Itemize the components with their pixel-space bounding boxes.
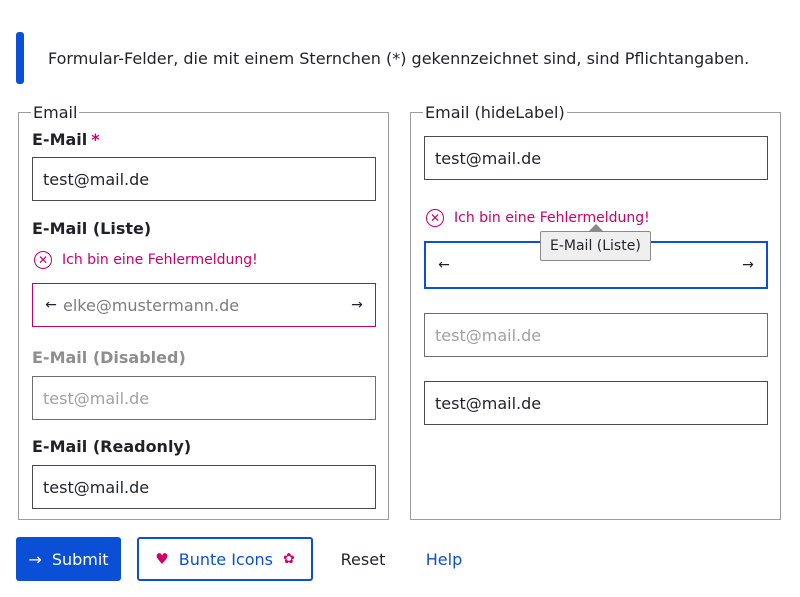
email-disabled-input: test@mail.de: [32, 376, 376, 420]
required-mark: *: [91, 130, 100, 149]
email-disabled-input-hidelabel: test@mail.de: [424, 313, 768, 357]
email-readonly-input[interactable]: test@mail.de: [32, 465, 376, 509]
email-list-input[interactable]: ← elke@mustermann.de →: [32, 283, 376, 327]
email-readonly-input-hidelabel[interactable]: test@mail.de: [424, 381, 768, 425]
email-disabled-label: E-Mail (Disabled): [32, 348, 186, 367]
email-list-error: ✕ Ich bin eine Fehlermeldung!: [34, 251, 258, 269]
email-list-tooltip: E-Mail (Liste): [540, 231, 651, 261]
submit-button[interactable]: → Submit: [16, 537, 121, 581]
error-circle-icon: ✕: [426, 209, 444, 227]
help-button[interactable]: Help: [414, 537, 474, 581]
email-fieldset-legend: Email: [33, 103, 78, 122]
email-input[interactable]: test@mail.de: [32, 157, 376, 201]
email-list-error-hidelabel: ✕ Ich bin eine Fehlermeldung!: [426, 209, 650, 227]
error-circle-icon: ✕: [34, 251, 52, 269]
tooltip-caret: [589, 224, 603, 231]
email-hidelabel-fieldset-legend: Email (hideLabel): [425, 103, 565, 122]
arrow-right-icon: →: [28, 549, 42, 569]
notice-text: Formular-Felder, die mit einem Sternchen…: [48, 48, 750, 68]
email-input-hidelabel[interactable]: test@mail.de: [424, 136, 768, 180]
email-label: E-Mail *: [32, 130, 100, 149]
notice-accent-bar: [16, 32, 24, 84]
arrow-right-icon[interactable]: →: [740, 257, 756, 273]
arrow-left-icon[interactable]: ←: [43, 297, 59, 313]
required-fields-notice: Formular-Felder, die mit einem Sternchen…: [16, 32, 786, 84]
reset-button[interactable]: Reset: [330, 537, 396, 581]
email-list-label: E-Mail (Liste): [32, 219, 152, 238]
arrow-left-icon[interactable]: ←: [436, 257, 452, 273]
heart-icon: ♥: [155, 550, 169, 568]
bunte-icons-button[interactable]: ♥ Bunte Icons ✿: [137, 537, 313, 581]
email-readonly-label: E-Mail (Readonly): [32, 437, 192, 456]
arrow-right-icon[interactable]: →: [349, 297, 365, 313]
squirrel-icon: ✿: [282, 551, 295, 567]
